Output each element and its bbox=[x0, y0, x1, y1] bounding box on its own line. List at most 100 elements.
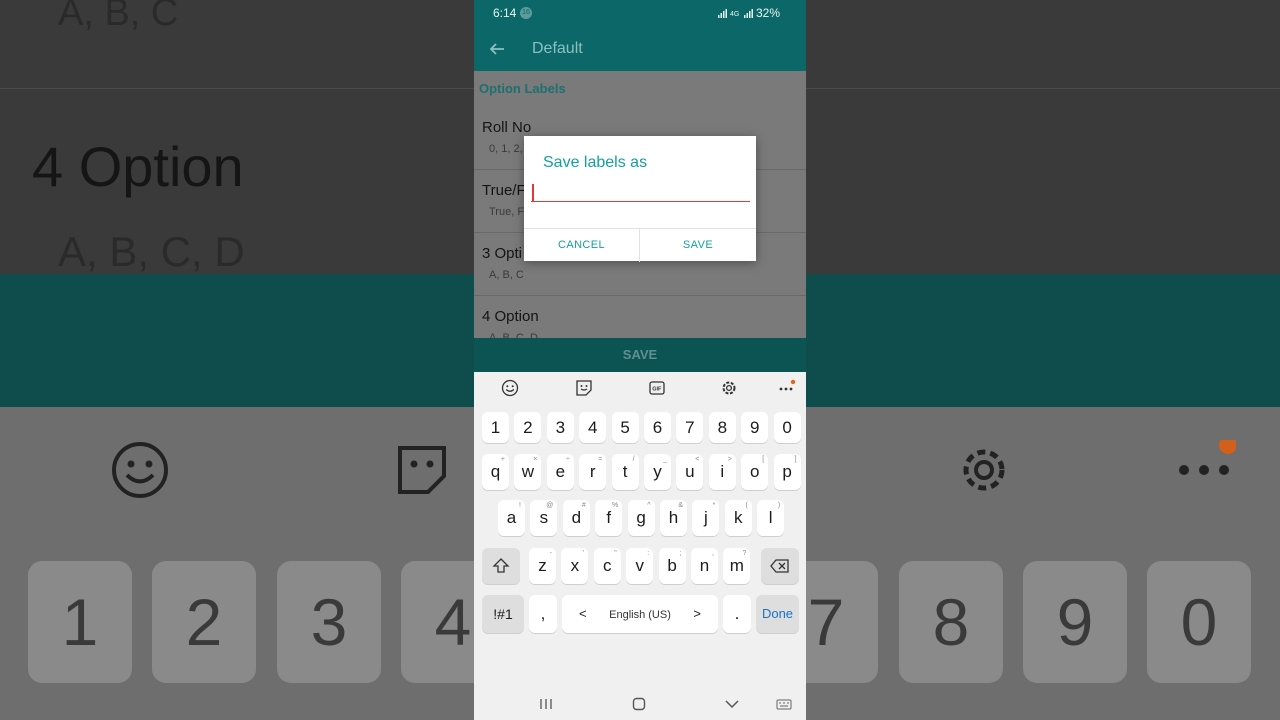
shift-key[interactable] bbox=[482, 548, 520, 584]
key-7[interactable]: 7 bbox=[676, 412, 704, 443]
key-hint: < bbox=[695, 456, 700, 463]
key-v[interactable]: v: bbox=[626, 548, 654, 584]
key-q[interactable]: q + bbox=[482, 454, 509, 490]
key-hint: : bbox=[647, 550, 650, 557]
key-e[interactable]: e ÷ bbox=[546, 454, 574, 490]
list-item-title: 4 Option bbox=[482, 308, 539, 325]
key-l[interactable]: l) bbox=[757, 500, 785, 536]
hide-keyboard-icon[interactable] bbox=[724, 696, 740, 712]
key-9[interactable]: 9 bbox=[741, 412, 769, 443]
key-r[interactable]: r = bbox=[579, 454, 607, 490]
svg-text:4G: 4G bbox=[730, 11, 739, 18]
cancel-button[interactable]: CANCEL bbox=[524, 229, 640, 262]
key-y[interactable]: y _ bbox=[644, 454, 671, 490]
gear-icon[interactable] bbox=[720, 379, 738, 397]
back-arrow-icon[interactable] bbox=[488, 40, 506, 58]
bg-gear-icon bbox=[963, 449, 1005, 491]
notification-badge: 16 bbox=[520, 7, 532, 19]
period-key[interactable]: . bbox=[723, 595, 751, 633]
key-4[interactable]: 4 bbox=[579, 412, 607, 443]
key-p[interactable]: p] bbox=[773, 454, 801, 490]
key-i[interactable]: i > bbox=[708, 454, 736, 490]
home-icon[interactable] bbox=[631, 696, 647, 712]
key-label: k bbox=[734, 508, 743, 527]
bg-big-sub: A, B, C, D bbox=[58, 228, 245, 275]
key-label: 0 bbox=[782, 418, 792, 437]
key-hint: = bbox=[598, 456, 603, 463]
key-h[interactable]: h & bbox=[660, 500, 687, 536]
spacebar-key[interactable]: < English (US) > bbox=[562, 595, 718, 633]
emoji-icon[interactable] bbox=[501, 379, 519, 397]
list-item-title: Roll No bbox=[482, 119, 532, 136]
key-label: e bbox=[555, 462, 566, 481]
recent-apps-icon[interactable] bbox=[538, 696, 554, 712]
lang-prev-arrow: < bbox=[579, 606, 587, 621]
key-hint: ! bbox=[519, 502, 521, 509]
key-5[interactable]: 5 bbox=[611, 412, 639, 443]
key-hint: * bbox=[712, 502, 716, 509]
key-a[interactable]: a! bbox=[498, 500, 525, 536]
key-label: a bbox=[506, 508, 517, 527]
label-name-input[interactable] bbox=[531, 180, 750, 202]
comma-key[interactable]: , bbox=[529, 595, 557, 633]
key-hint: ÷ bbox=[565, 456, 570, 463]
key-label: w bbox=[521, 462, 535, 481]
key-label: m bbox=[729, 556, 744, 575]
key-k[interactable]: k( bbox=[724, 500, 752, 536]
key-u[interactable]: u < bbox=[676, 454, 704, 490]
bg-key: 1 bbox=[28, 561, 132, 683]
key-g[interactable]: g ^ bbox=[627, 500, 655, 536]
key-m[interactable]: m? bbox=[723, 548, 751, 584]
key-0[interactable]: 0 bbox=[773, 412, 801, 443]
nav-bar bbox=[474, 688, 806, 720]
key-hint: ? bbox=[742, 550, 747, 557]
key-hint: , bbox=[712, 550, 714, 557]
shift-icon bbox=[492, 558, 510, 573]
key-s[interactable]: s @ bbox=[530, 500, 558, 536]
save-bar-button[interactable]: SAVE bbox=[474, 338, 806, 372]
key-label: z bbox=[538, 556, 547, 575]
key-label: f bbox=[606, 508, 612, 527]
key-label: t bbox=[622, 462, 628, 481]
key-1[interactable]: 1 bbox=[482, 412, 509, 443]
key-w[interactable]: w × bbox=[514, 454, 542, 490]
key-b[interactable]: b; bbox=[658, 548, 686, 584]
key-x[interactable]: x ' bbox=[561, 548, 589, 584]
key-6[interactable]: 6 bbox=[644, 412, 671, 443]
bg-big-title: 4 Option bbox=[32, 135, 244, 198]
key-3[interactable]: 3 bbox=[546, 412, 574, 443]
key-hint: ) bbox=[777, 502, 781, 509]
key-label: u bbox=[685, 462, 695, 481]
key-label: g bbox=[636, 508, 646, 527]
bg-more-icon bbox=[1179, 440, 1236, 475]
symbols-key[interactable]: !#1 bbox=[482, 595, 524, 633]
gif-icon[interactable]: GIF bbox=[648, 379, 666, 397]
key-8[interactable]: 8 bbox=[708, 412, 736, 443]
more-options-icon[interactable] bbox=[778, 379, 796, 397]
key-c[interactable]: c " bbox=[593, 548, 621, 584]
keyboard-switch-icon[interactable] bbox=[776, 696, 792, 712]
key-label: 1 bbox=[490, 418, 501, 437]
save-button[interactable]: SAVE bbox=[640, 229, 756, 262]
key-j[interactable]: j * bbox=[692, 500, 720, 536]
key-2[interactable]: 2 bbox=[514, 412, 542, 443]
backspace-key[interactable] bbox=[761, 548, 799, 584]
key-f[interactable]: f% bbox=[595, 500, 623, 536]
key-hint: - bbox=[549, 550, 552, 557]
key-label: 6 bbox=[652, 418, 663, 437]
bg-top-text: A, B, C bbox=[58, 0, 179, 34]
key-d[interactable]: d # bbox=[562, 500, 590, 536]
key-hint: % bbox=[611, 502, 619, 509]
dialog-title: Save labels as bbox=[543, 154, 648, 171]
key-t[interactable]: t / bbox=[611, 454, 639, 490]
key-label: 8 bbox=[717, 418, 728, 437]
sticker-icon[interactable] bbox=[575, 379, 593, 397]
bg-key: 0 bbox=[1147, 561, 1251, 683]
key-n[interactable]: n, bbox=[691, 548, 718, 584]
key-z[interactable]: z- bbox=[529, 548, 556, 584]
key-o[interactable]: o[ bbox=[741, 454, 769, 490]
key-hint: _ bbox=[663, 456, 667, 463]
key-label: 4 bbox=[587, 418, 598, 437]
key-label: v bbox=[635, 556, 644, 575]
done-key[interactable]: Done bbox=[756, 595, 799, 633]
